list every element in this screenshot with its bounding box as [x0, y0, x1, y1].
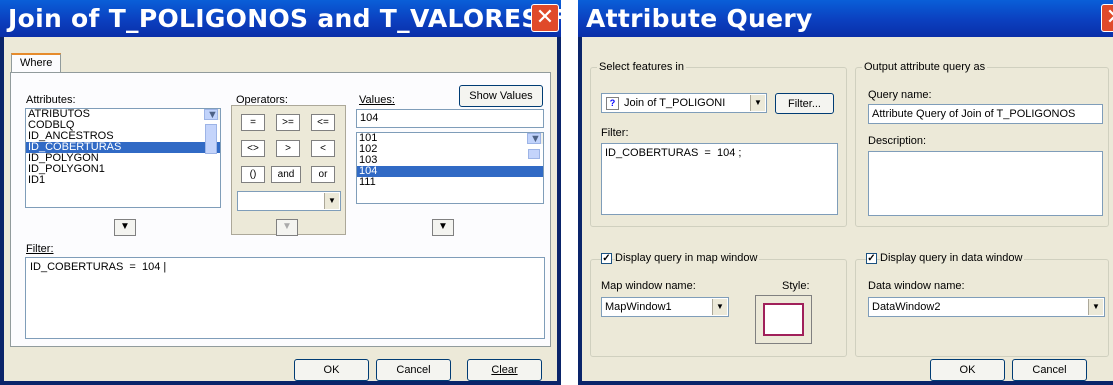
operator-lt[interactable]: <	[311, 140, 335, 157]
values-scrollbar[interactable]: ▲ ▼	[527, 133, 543, 159]
ok-button[interactable]: OK	[294, 359, 369, 381]
list-item[interactable]: 102	[357, 144, 543, 155]
attribute-query-window: Attribute Query ✕ Select features in ? J…	[578, 0, 1113, 385]
list-item-selected[interactable]: 104	[357, 166, 543, 177]
tab-where-label: Where	[20, 57, 53, 69]
map-window-dropdown[interactable]: MapWindow1 ▼	[601, 297, 729, 317]
window-title: Attribute Query	[586, 4, 813, 33]
values-label: Values:	[359, 94, 395, 106]
data-window-dropdown[interactable]: DataWindow2 ▼	[868, 297, 1105, 317]
query-name-label: Query name:	[868, 89, 932, 101]
operator-not-equal[interactable]: <>	[241, 140, 265, 157]
scroll-thumb[interactable]	[205, 124, 217, 154]
dialog-body: Select features in ? Join of T_POLIGONI …	[582, 37, 1113, 381]
close-icon[interactable]: ✕	[1101, 4, 1113, 32]
operator-gte[interactable]: >=	[276, 114, 300, 131]
filter-label: Filter:	[601, 127, 629, 139]
scroll-thumb[interactable]	[528, 149, 540, 159]
display-map-label: Display query in map window	[615, 252, 760, 264]
value-input[interactable]: 104	[356, 109, 544, 128]
scroll-down-icon[interactable]: ▼	[527, 133, 541, 145]
list-item[interactable]: 101	[357, 133, 543, 144]
description-textarea[interactable]	[868, 151, 1103, 216]
operator-lte[interactable]: <=	[311, 114, 335, 131]
list-item[interactable]: 111	[357, 177, 543, 188]
chevron-down-icon[interactable]: ▼	[324, 193, 339, 209]
map-window-name-label: Map window name:	[601, 280, 696, 292]
title-bar[interactable]: Join of T_POLIGONOS and T_VALORES Fi... …	[0, 0, 604, 37]
list-item[interactable]: ID1	[26, 175, 220, 186]
operator-parentheses[interactable]: ()	[241, 166, 265, 183]
show-values-button[interactable]: Show Values	[459, 85, 543, 107]
style-swatch	[763, 303, 804, 336]
operators-panel: = >= <= <> > < () and or ▼	[231, 105, 346, 235]
chevron-down-icon[interactable]: ▼	[750, 95, 765, 111]
operator-gt[interactable]: >	[276, 140, 300, 157]
clear-button[interactable]: Clear	[467, 359, 542, 381]
insert-attribute-arrow-icon[interactable]: ▼	[114, 219, 136, 236]
cancel-button[interactable]: Cancel	[1012, 359, 1087, 381]
insert-operator-arrow-icon: ▼	[276, 219, 298, 236]
tab-where[interactable]: Where	[11, 53, 61, 73]
filter-textarea[interactable]: ID_COBERTURAS = 104 ;	[601, 143, 838, 215]
filter-button[interactable]: Filter...	[775, 93, 834, 114]
filter-textarea[interactable]: ID_COBERTURAS = 104 |	[25, 257, 545, 339]
title-bar[interactable]: Attribute Query ✕	[578, 0, 1113, 37]
attributes-list[interactable]: ATRIBUTOS CODBLQ ID_ANCESTROS ID_COBERTU…	[25, 108, 221, 208]
layer-icon: ?	[606, 97, 619, 110]
query-name-input[interactable]: Attribute Query of Join of T_POLIGONOS	[868, 104, 1103, 124]
group-title: Output attribute query as	[862, 61, 988, 73]
display-map-checkbox[interactable]: ✓	[601, 253, 612, 264]
data-window-name-label: Data window name:	[868, 280, 965, 292]
attributes-label: Attributes:	[26, 94, 76, 106]
display-data-checkbox[interactable]: ✓	[866, 253, 877, 264]
scroll-down-icon[interactable]: ▼	[204, 109, 218, 121]
operator-or[interactable]: or	[311, 166, 335, 183]
filter-label: Filter:	[26, 243, 54, 255]
close-icon[interactable]: ✕	[531, 4, 559, 32]
list-item[interactable]: ID_POLYGON1	[26, 164, 220, 175]
attributes-scrollbar[interactable]: ▲ ▼	[204, 109, 220, 154]
operator-equals[interactable]: =	[241, 114, 265, 131]
list-item[interactable]: 103	[357, 155, 543, 166]
cancel-button[interactable]: Cancel	[376, 359, 451, 381]
style-swatch-button[interactable]	[755, 295, 812, 344]
window-title: Join of T_POLIGONOS and T_VALORES Fi...	[8, 4, 605, 33]
operator-dropdown[interactable]: ▼	[237, 191, 341, 211]
operator-and[interactable]: and	[271, 166, 301, 183]
display-data-label: Display query in data window	[880, 252, 1025, 264]
insert-value-arrow-icon[interactable]: ▼	[432, 219, 454, 236]
chevron-down-icon[interactable]: ▼	[1088, 299, 1103, 315]
query-builder-window: Join of T_POLIGONOS and T_VALORES Fi... …	[0, 0, 604, 385]
chevron-down-icon[interactable]: ▼	[712, 299, 727, 315]
values-list[interactable]: 101 102 103 104 111 ▲ ▼	[356, 132, 544, 204]
ok-button[interactable]: OK	[930, 359, 1005, 381]
style-label: Style:	[782, 280, 810, 292]
dialog-body: Where Attributes: ATRIBUTOS CODBLQ ID_AN…	[4, 37, 557, 381]
layer-dropdown[interactable]: ? Join of T_POLIGONI ▼	[601, 93, 767, 113]
group-title: Select features in	[597, 61, 686, 73]
description-label: Description:	[868, 135, 927, 147]
